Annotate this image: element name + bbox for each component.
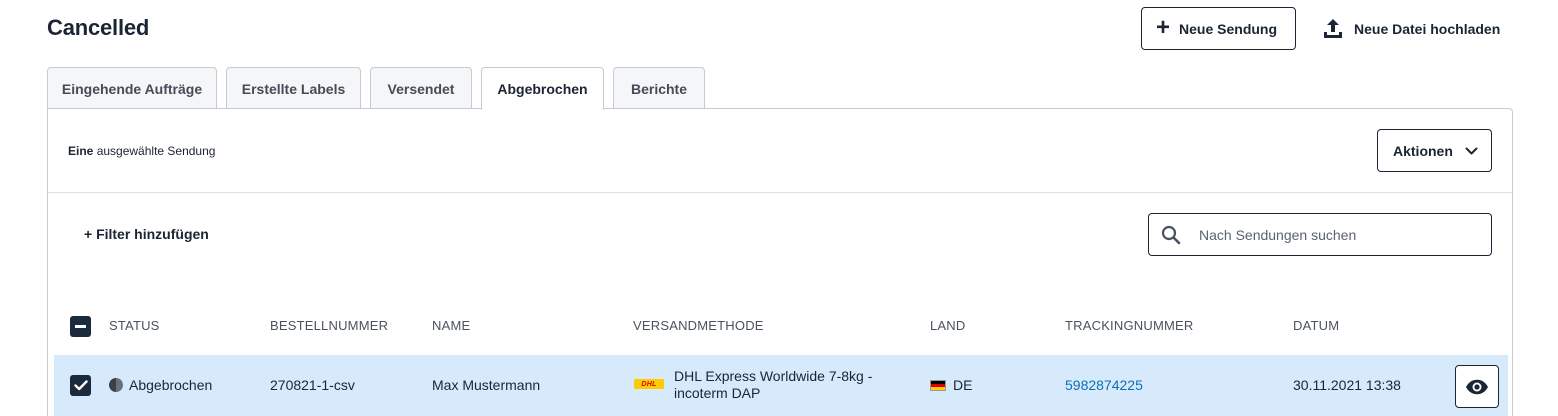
column-header-order-number[interactable]: BESTELLNUMMER [270, 318, 388, 333]
tab-shipped[interactable]: Versendet [370, 67, 472, 109]
divider [48, 192, 1512, 193]
dhl-logo-text: DHL [641, 380, 657, 388]
selection-count: Eine [68, 144, 94, 158]
selection-suffix: ausgewählte Sendung [96, 144, 216, 158]
tab-created-labels[interactable]: Erstellte Labels [226, 67, 361, 109]
add-filter-button[interactable]: + Filter hinzufügen [84, 226, 209, 242]
search-icon [1161, 225, 1181, 244]
actions-label: Aktionen [1393, 142, 1453, 159]
dhl-logo-icon: DHL [634, 379, 664, 389]
row-country-code: DE [953, 377, 973, 393]
row-checkbox[interactable] [70, 375, 91, 396]
row-status: Abgebrochen [109, 377, 212, 393]
cancelled-status-icon [109, 378, 123, 392]
column-header-shipping-method[interactable]: VERSANDMETHODE [633, 318, 764, 333]
select-all-checkbox[interactable] [70, 316, 91, 337]
row-shipping-method: DHL Express Worldwide 7-8kg - incoterm D… [674, 368, 894, 402]
germany-flag-icon [930, 380, 946, 391]
tab-cancelled[interactable]: Abgebrochen [481, 67, 604, 110]
chevron-down-icon [1465, 147, 1478, 154]
tab-incoming-orders[interactable]: Eingehende Aufträge [47, 67, 217, 109]
eye-icon [1466, 379, 1488, 394]
upload-file-button[interactable]: Neue Datei hochladen [1323, 15, 1500, 43]
row-shipping-method-line2: incoterm DAP [674, 385, 761, 401]
new-shipment-button[interactable]: + Neue Sendung [1141, 7, 1296, 50]
search-box [1148, 213, 1492, 256]
column-header-name[interactable]: NAME [432, 318, 470, 333]
table-row[interactable]: Abgebrochen 270821-1-csv Max Mustermann … [54, 355, 1508, 416]
column-header-country[interactable]: LAND [930, 318, 965, 333]
shipments-panel: Eine ausgewählte Sendung Aktionen + Filt… [47, 108, 1513, 416]
row-status-label: Abgebrochen [129, 377, 213, 393]
plus-icon: + [1156, 13, 1171, 41]
row-order-number: 270821-1-csv [270, 377, 355, 393]
column-header-date[interactable]: DATUM [1293, 318, 1339, 333]
minus-icon [75, 325, 86, 328]
selection-info: Eine ausgewählte Sendung [68, 144, 215, 158]
row-name: Max Mustermann [432, 377, 541, 393]
row-shipping-method-line1: DHL Express Worldwide 7-8kg - [674, 368, 873, 384]
page-title: Cancelled [47, 15, 150, 40]
row-tracking-link[interactable]: 5982874225 [1065, 377, 1143, 393]
column-header-status[interactable]: STATUS [109, 318, 160, 333]
search-input[interactable] [1199, 226, 1469, 243]
row-country: DE [930, 377, 972, 393]
checkmark-icon [73, 380, 88, 391]
tab-bar: Eingehende Aufträge Erstellte Labels Ver… [47, 67, 714, 110]
tab-reports[interactable]: Berichte [613, 67, 705, 109]
new-shipment-label: Neue Sendung [1179, 20, 1278, 37]
column-header-tracking-number[interactable]: TRACKINGNUMMER [1065, 318, 1193, 333]
view-shipment-button[interactable] [1455, 365, 1499, 408]
row-date: 30.11.2021 13:38 [1293, 377, 1401, 393]
upload-icon [1324, 19, 1342, 38]
upload-file-label: Neue Datei hochladen [1354, 21, 1501, 37]
actions-dropdown-button[interactable]: Aktionen [1377, 129, 1492, 172]
